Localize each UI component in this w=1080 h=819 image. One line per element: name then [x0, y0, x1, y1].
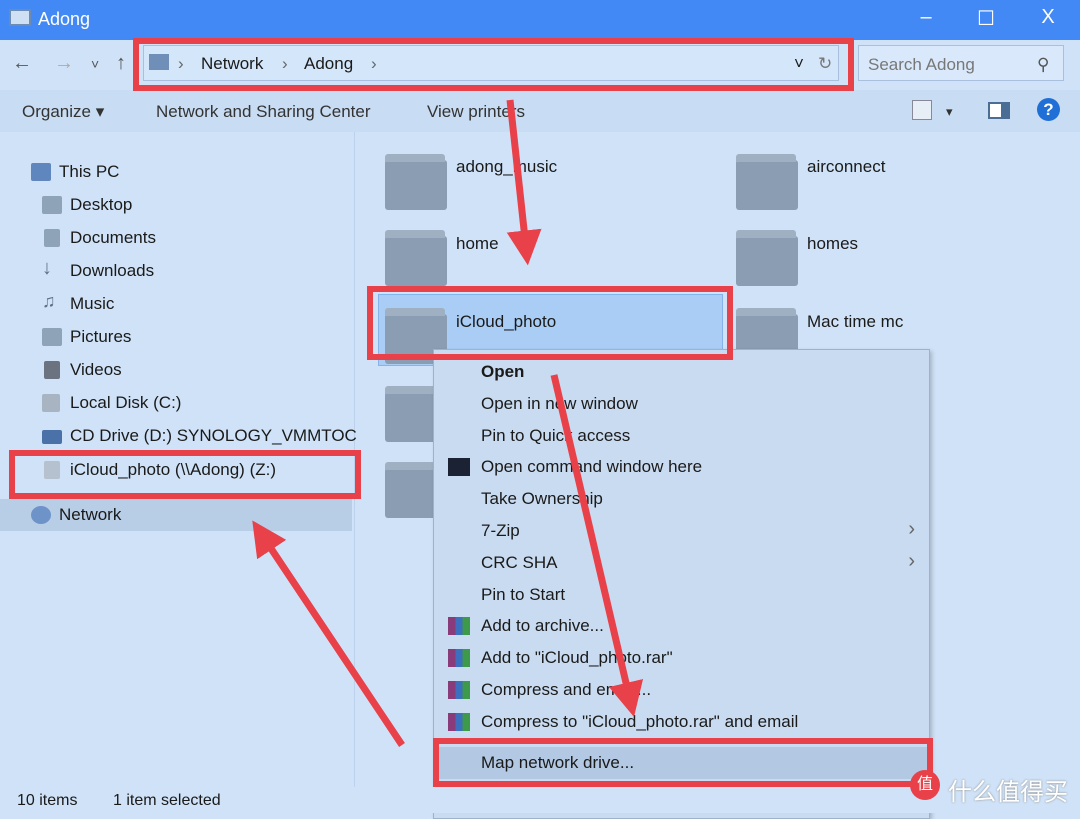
- arrow-up-to-drive: [252, 520, 405, 747]
- arrow-down-to-folder: [506, 99, 542, 266]
- watermark-text: 什么值得买: [948, 779, 1068, 806]
- annotation-arrows: [252, 99, 644, 747]
- watermark-logo: 值: [910, 770, 940, 800]
- arrow-down-to-map-drive: [550, 374, 644, 718]
